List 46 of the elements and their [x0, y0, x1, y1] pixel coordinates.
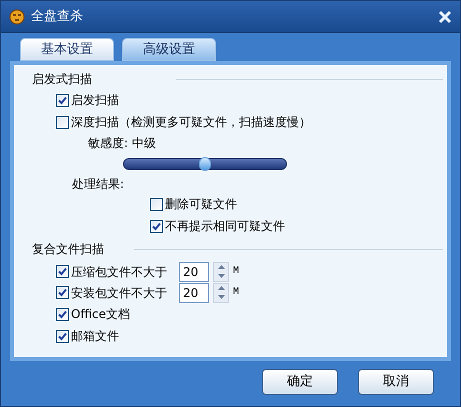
checkbox-label: 压缩包文件不大于 [71, 264, 167, 280]
slider-value: 中级 [132, 135, 156, 152]
size-field[interactable]: 20 [179, 262, 209, 282]
slider-thumb[interactable] [199, 157, 211, 171]
checkbox-label: 删除可疑文件 [165, 196, 237, 213]
dialog-button[interactable]: 取消 [358, 369, 434, 395]
tiger-icon [9, 8, 25, 24]
checkmark-icon [58, 288, 67, 297]
checkbox[interactable] [150, 220, 163, 232]
down-arrow-icon [218, 274, 224, 278]
unit-label: M [233, 286, 240, 300]
checkbox[interactable] [56, 308, 69, 320]
up-arrow-icon [218, 265, 224, 269]
checkbox[interactable] [56, 116, 69, 128]
tab[interactable]: 高级设置 [122, 38, 216, 61]
checkbox-label: 启发扫描 [71, 92, 119, 109]
up-arrow-icon [218, 286, 224, 290]
spinner[interactable] [213, 262, 229, 282]
group-label: 处理结果: [71, 176, 126, 193]
unit-label: M [233, 265, 240, 279]
slider-label: 敏感度: [88, 135, 128, 152]
window-title: 全盘查杀 [31, 8, 83, 26]
tab[interactable]: 基本设置 [20, 38, 114, 61]
section-title: 复合文件扫描 [32, 241, 104, 258]
spinner[interactable] [213, 282, 229, 302]
checkbox-label: Office文档 [71, 306, 130, 323]
checkmark-icon [152, 222, 161, 230]
checkmark-icon [58, 332, 67, 340]
checkbox-label: 不再提示相同可疑文件 [165, 218, 285, 235]
checkmark-icon [58, 310, 67, 318]
checkbox[interactable] [56, 94, 69, 106]
close-icon[interactable] [438, 10, 452, 24]
checkbox[interactable] [150, 198, 163, 210]
slider-track[interactable] [123, 158, 287, 170]
section-title: 启发式扫描 [32, 71, 92, 88]
dialog-button[interactable]: 确定 [262, 369, 338, 395]
size-field[interactable]: 20 [179, 282, 209, 302]
checkbox[interactable] [56, 265, 69, 278]
checkmark-icon [58, 267, 67, 276]
checkmark-icon [58, 96, 67, 104]
checkbox-label: 深度扫描（检测更多可疑文件，扫描速度慢） [71, 114, 311, 131]
checkbox[interactable] [56, 286, 69, 299]
down-arrow-icon [218, 295, 224, 299]
checkbox[interactable] [56, 330, 69, 342]
checkbox-label: 安装包文件不大于 [71, 284, 167, 302]
checkbox-label: 邮箱文件 [71, 328, 119, 345]
